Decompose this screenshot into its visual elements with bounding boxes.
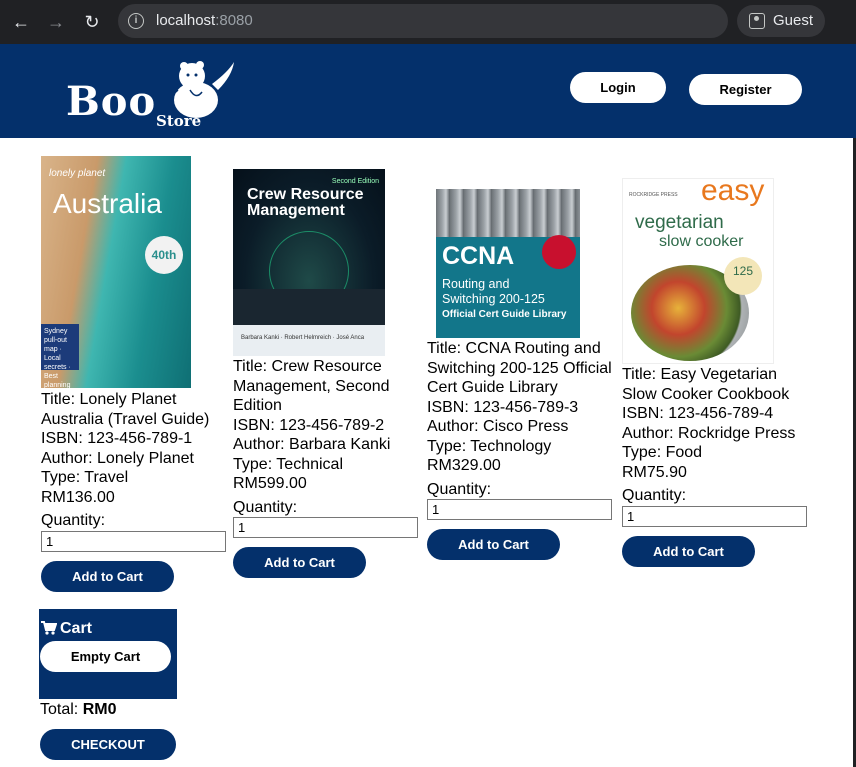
add-to-cart-button[interactable]: Add to Cart bbox=[41, 560, 174, 592]
forward-arrow-icon[interactable]: → bbox=[43, 9, 69, 35]
profile-button[interactable]: Guest bbox=[737, 5, 825, 37]
cover-subtitle-line: Official Cert Guide Library bbox=[442, 309, 567, 320]
cover-title-word: easy bbox=[701, 178, 765, 207]
product-price: RM599.00 bbox=[233, 475, 307, 492]
logo-text: Boo bbox=[66, 78, 157, 125]
product-author: Author: Rockridge Press bbox=[622, 424, 796, 442]
product-author: Author: Barbara Kanki bbox=[233, 436, 391, 453]
cart-title: Cart bbox=[60, 620, 93, 637]
add-to-cart-button[interactable]: Add to Cart bbox=[233, 547, 366, 578]
url-text: localhost:8080 bbox=[156, 12, 253, 29]
product-isbn: ISBN: 123-456-789-4 bbox=[622, 405, 774, 422]
total-value: RM0 bbox=[82, 701, 117, 718]
checkout-button[interactable]: CHECKOUT bbox=[40, 729, 176, 760]
quantity-label: Quantity: bbox=[427, 480, 492, 498]
quantity-input[interactable] bbox=[427, 499, 612, 520]
quantity-label: Quantity: bbox=[233, 498, 298, 516]
bookstore-logo[interactable]: Boo Store bbox=[66, 61, 246, 134]
back-arrow-icon[interactable]: ← bbox=[8, 9, 34, 35]
login-button[interactable]: Login bbox=[570, 72, 666, 103]
product-card: CCNA Routing and Switching 200-125 Offic… bbox=[427, 189, 617, 560]
cover-authors: Barbara Kanki · Robert Helmreich · José … bbox=[233, 325, 385, 356]
logo-subtext: Store bbox=[156, 112, 202, 130]
quantity-input[interactable] bbox=[233, 517, 418, 538]
product-price: RM75.90 bbox=[622, 463, 687, 481]
cover-subtitle-line: Switching 200-125 bbox=[442, 292, 545, 306]
site-info-icon[interactable]: i bbox=[128, 13, 144, 29]
browser-toolbar: ← → ↻ i localhost:8080 Guest bbox=[0, 0, 856, 44]
empty-cart-button[interactable]: Empty Cart bbox=[40, 641, 171, 672]
cover-side-panel: Sydney pull-out map · Local secrets · Be… bbox=[41, 324, 79, 388]
cover-publisher: ROCKRIDGE PRESS bbox=[629, 192, 678, 198]
address-bar[interactable]: i localhost:8080 bbox=[118, 4, 728, 38]
product-author: Author: Cisco Press bbox=[427, 418, 569, 435]
product-card: ROCKRIDGE PRESS easy vegetarian slow coo… bbox=[622, 178, 812, 567]
reload-icon[interactable]: ↻ bbox=[79, 9, 105, 35]
product-title: Title: CCNA Routing and Switching 200-12… bbox=[427, 340, 612, 396]
book-cover-image: lonely planet Australia 40th Sydney pull… bbox=[41, 156, 191, 388]
product-type: Type: Technology bbox=[427, 437, 552, 455]
profile-label: Guest bbox=[773, 12, 814, 29]
shopping-cart-icon bbox=[41, 621, 57, 635]
product-isbn: ISBN: 123-456-789-3 bbox=[427, 398, 579, 416]
cover-title: Australia bbox=[53, 188, 162, 219]
product-card: Second Edition Crew Resource Management … bbox=[233, 169, 423, 578]
cover-subtitle-line: Routing and bbox=[442, 277, 510, 291]
url-host: localhost bbox=[156, 12, 216, 29]
cart-panel: Cart Empty Cart bbox=[39, 609, 177, 699]
site-header: Boo Store Login Register bbox=[0, 44, 856, 138]
product-type: Type: Technical bbox=[233, 455, 343, 473]
cover-title: CCNA bbox=[442, 242, 515, 270]
quantity-input[interactable] bbox=[41, 530, 226, 552]
cart-total: Total: RM0 bbox=[40, 701, 116, 719]
cover-seal-graphic bbox=[542, 235, 576, 269]
url-port: :8080 bbox=[215, 12, 253, 29]
cover-badge: 125 bbox=[724, 257, 762, 295]
book-cover-image: CCNA Routing and Switching 200-125 Offic… bbox=[436, 189, 580, 338]
product-title: Title: Lonely Planet Australia (Travel G… bbox=[41, 391, 210, 428]
register-button[interactable]: Register bbox=[689, 74, 802, 105]
product-price: RM329.00 bbox=[427, 457, 501, 474]
add-to-cart-button[interactable]: Add to Cart bbox=[622, 535, 755, 567]
add-to-cart-button[interactable]: Add to Cart bbox=[427, 529, 560, 560]
product-title: Title: Crew Resource Management, Second … bbox=[233, 358, 390, 414]
product-isbn: ISBN: 123-456-789-1 bbox=[41, 430, 193, 447]
total-label: Total: bbox=[40, 701, 79, 718]
book-cover-image: Second Edition Crew Resource Management … bbox=[233, 169, 385, 356]
quantity-label: Quantity: bbox=[41, 512, 106, 529]
product-card: lonely planet Australia 40th Sydney pull… bbox=[41, 156, 231, 592]
cover-title-word: vegetarian bbox=[635, 212, 724, 233]
cover-brand: lonely planet bbox=[49, 168, 106, 179]
book-cover-image: ROCKRIDGE PRESS easy vegetarian slow coo… bbox=[622, 178, 774, 364]
product-author: Author: Lonely Planet bbox=[41, 449, 194, 467]
product-title: Title: Easy Vegetarian Slow Cooker Cookb… bbox=[622, 366, 790, 403]
cover-title: Crew Resource Management bbox=[247, 186, 364, 219]
cover-badge: 40th bbox=[145, 236, 183, 274]
product-price: RM136.00 bbox=[41, 488, 115, 506]
cover-cockpit-graphic bbox=[233, 289, 385, 325]
cover-server-rack-graphic bbox=[436, 189, 580, 237]
product-type: Type: Food bbox=[622, 444, 703, 461]
quantity-label: Quantity: bbox=[622, 487, 687, 504]
product-type: Type: Travel bbox=[41, 469, 129, 486]
product-isbn: ISBN: 123-456-789-2 bbox=[233, 416, 385, 434]
cover-title-word: slow cooker bbox=[659, 233, 744, 250]
cover-subtitle: Routing and Switching 200-125 Official C… bbox=[442, 277, 566, 322]
profile-icon bbox=[749, 13, 765, 29]
quantity-input[interactable] bbox=[622, 505, 807, 527]
